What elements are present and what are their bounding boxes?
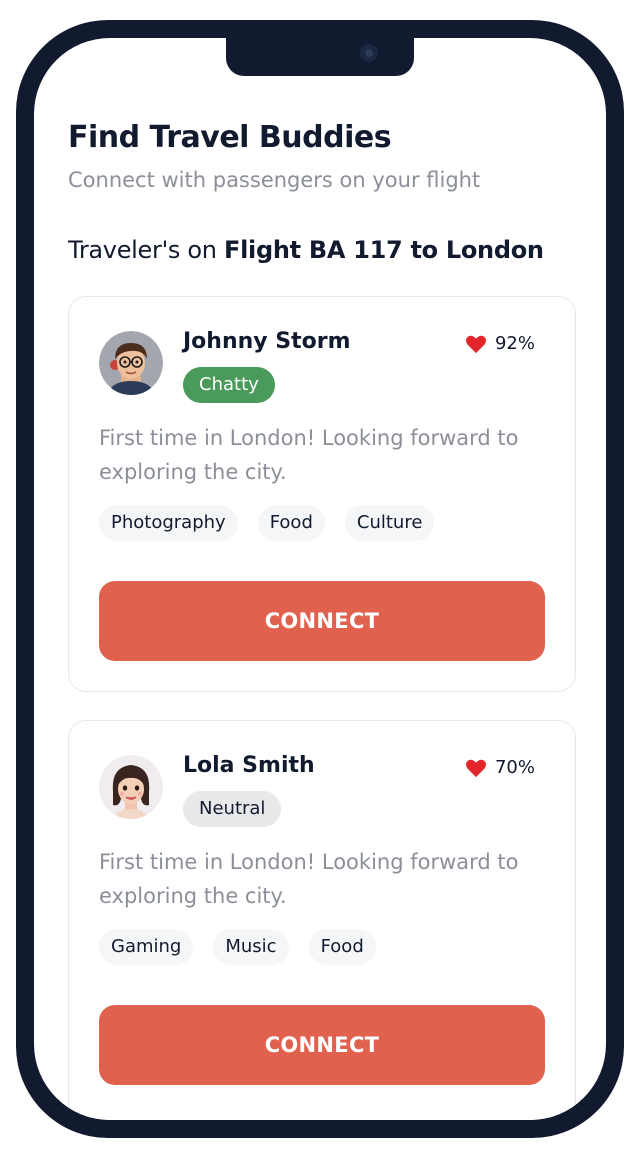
interest-tag: Music (213, 929, 289, 965)
interest-tag: Gaming (99, 929, 194, 965)
match-percent: 92% (494, 333, 535, 354)
traveler-card: Johnny Storm 92% Chatty First time in Lo… (68, 296, 576, 692)
traveler-card: Lola Smith 70% Neutral First time in Lon… (68, 720, 576, 1120)
flight-name: Flight BA 117 to London (224, 236, 544, 264)
phone-notch (226, 38, 414, 76)
heart-icon (465, 335, 486, 353)
camera-icon (360, 44, 378, 62)
phone-frame: Find Travel Buddies Connect with passeng… (16, 20, 624, 1138)
heart-icon (465, 759, 486, 777)
page-title: Find Travel Buddies (68, 120, 392, 155)
traveler-name: Lola Smith (183, 753, 315, 778)
interest-tag: Photography (99, 505, 238, 541)
traveler-name: Johnny Storm (183, 329, 351, 354)
interest-tags: Gaming Music Food (99, 929, 376, 965)
avatar-boy-glasses-icon (99, 331, 163, 395)
avatar-girl-icon (99, 755, 163, 819)
match-percent: 70% (494, 757, 535, 778)
traveler-bio: First time in London! Looking forward to… (99, 850, 519, 908)
interest-tag: Food (308, 929, 376, 965)
connect-button[interactable]: CONNECT (99, 1005, 545, 1085)
match-score: 92% (465, 333, 535, 354)
flight-prefix: Traveler's on (68, 236, 225, 264)
mood-badge: Chatty (183, 367, 275, 403)
page-subtitle: Connect with passengers on your flight (68, 168, 481, 192)
interest-tag: Culture (344, 505, 435, 541)
connect-button[interactable]: CONNECT (99, 581, 545, 661)
match-score: 70% (465, 757, 535, 778)
avatar (99, 755, 163, 819)
interest-tag: Food (257, 505, 325, 541)
mood-badge: Neutral (183, 791, 282, 827)
flight-heading: Traveler's on Flight BA 117 to London (68, 236, 544, 264)
interest-tags: Photography Food Culture (99, 505, 435, 541)
avatar (99, 331, 163, 395)
traveler-bio: First time in London! Looking forward to… (99, 426, 519, 484)
phone-screen: Find Travel Buddies Connect with passeng… (34, 38, 606, 1120)
